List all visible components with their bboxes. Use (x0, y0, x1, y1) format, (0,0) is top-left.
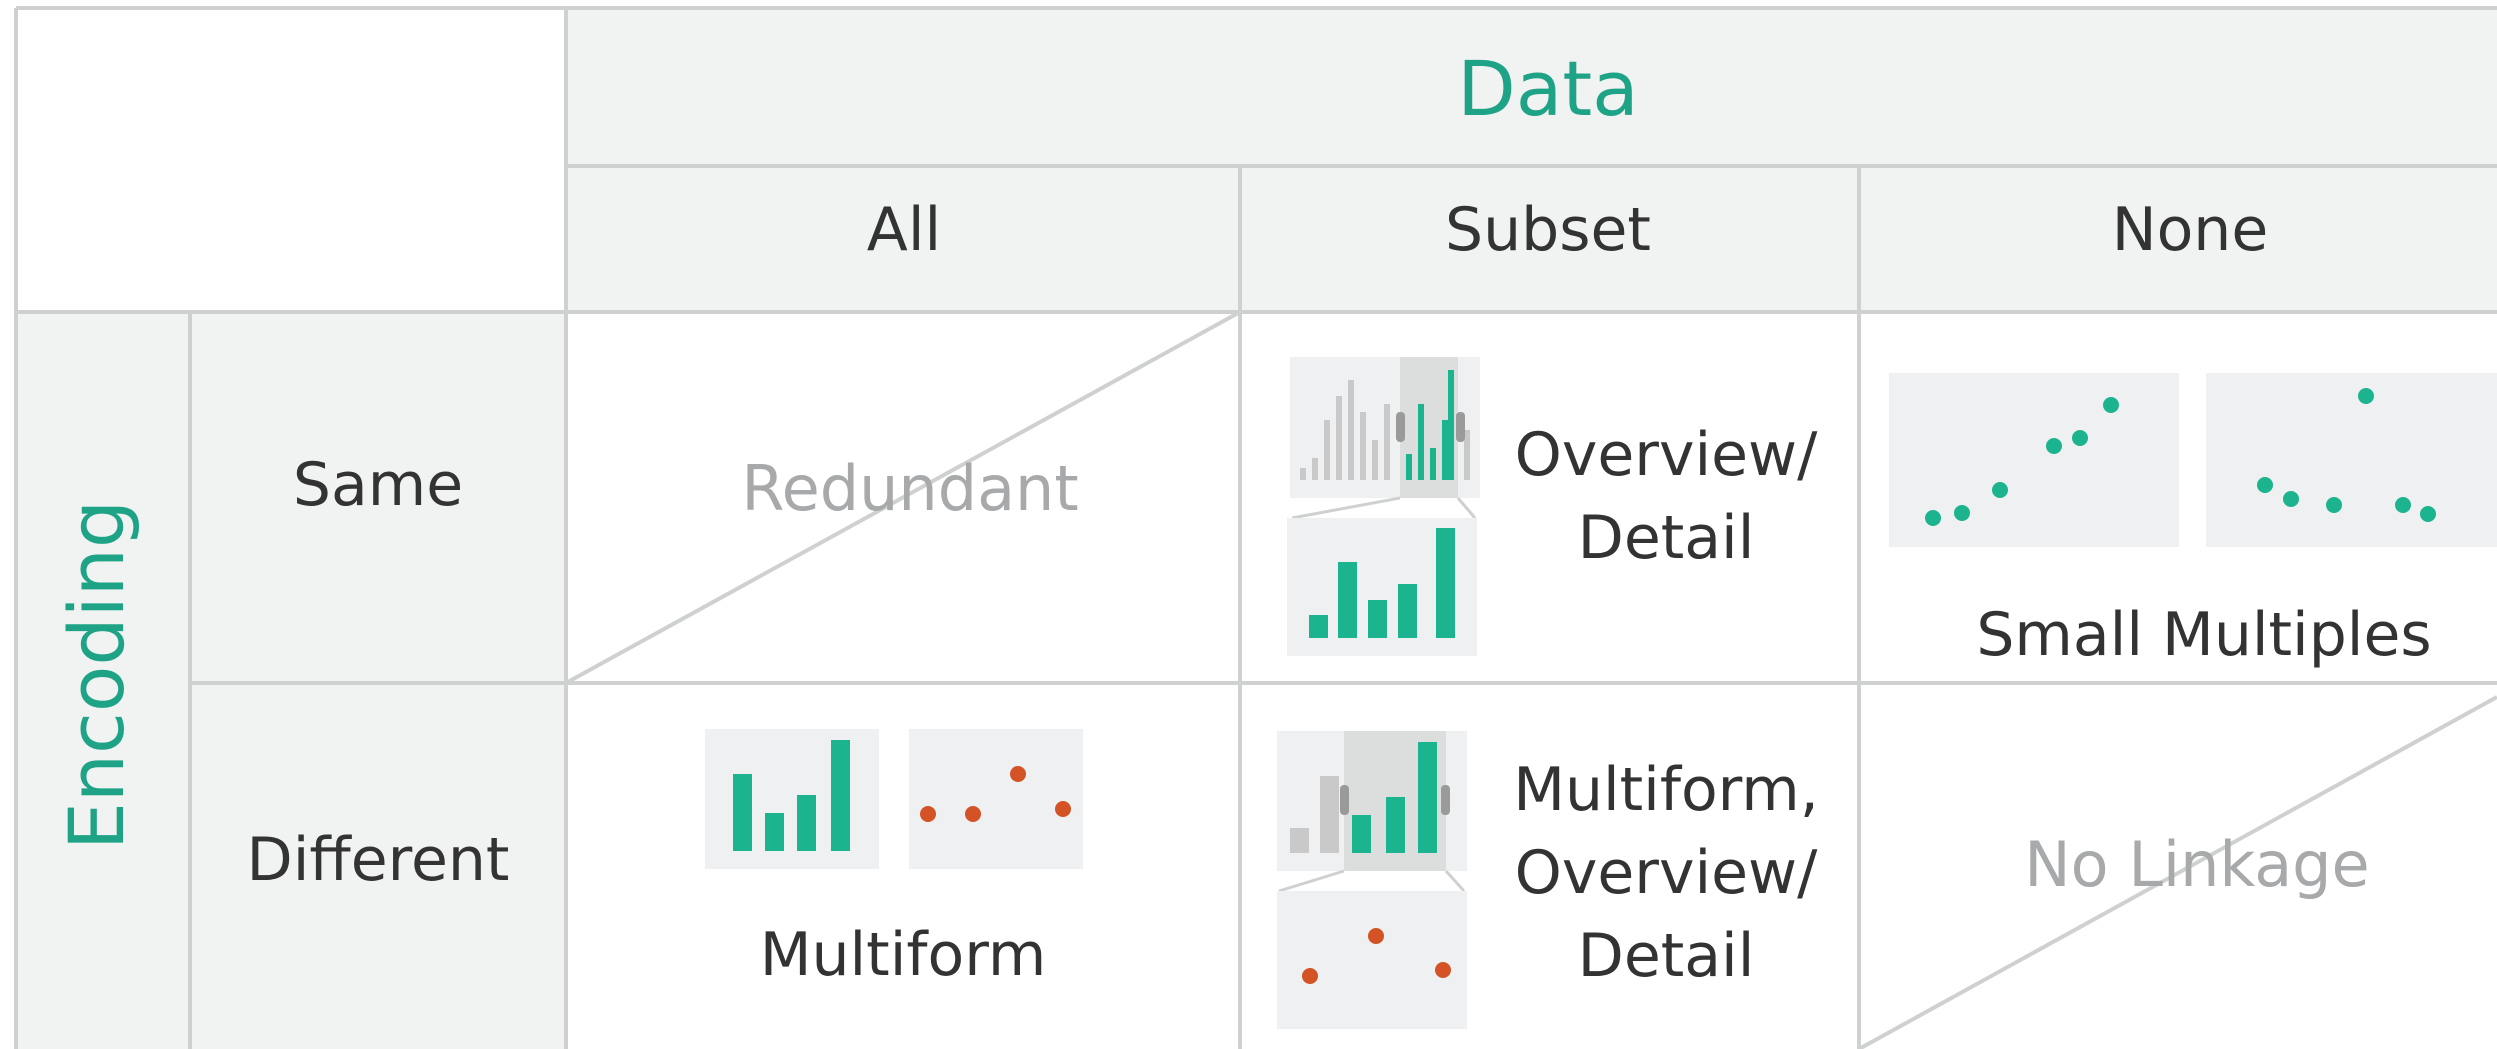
zoom-connector-left (1291, 496, 1401, 520)
small-multiples-label: Small Multiples (1976, 600, 2431, 670)
overview-left-handle (1396, 412, 1405, 442)
mod-detail-thumbnail (1277, 891, 1467, 1029)
row-header-same: Same (293, 450, 463, 520)
overview-detail-label-line2: Detail (1578, 503, 1755, 573)
mod-label-line2: Overview/ (1515, 838, 1818, 908)
multiform-thumbnails (705, 729, 1083, 869)
multiform-overview-detail-thumbnails (1277, 731, 1467, 1029)
mod-right-handle (1441, 785, 1450, 815)
overview-detail-label-line1: Overview/ (1515, 420, 1818, 490)
mod-connector-left (1278, 869, 1345, 893)
mod-label-line1: Multiform, (1513, 755, 1819, 825)
no-linkage-label: No Linkage (2024, 828, 2369, 901)
redundant-label: Redundant (741, 452, 1078, 525)
data-title: Data (1457, 44, 1638, 133)
small-multiple-2 (2206, 373, 2497, 547)
zoom-connector-right (1456, 497, 1477, 519)
row-header-different: Different (247, 825, 510, 895)
linking-views-matrix: Data All Subset None Encoding Same Diffe… (14, 6, 2497, 1049)
encoding-label: Encoding (52, 500, 141, 850)
multiform-bar-thumbnail (705, 729, 879, 869)
column-header-subset: Subset (1445, 195, 1651, 265)
multiform-label: Multiform (760, 920, 1047, 990)
multiform-scatter-thumbnail (909, 729, 1083, 869)
column-header-all: All (867, 195, 941, 265)
overview-right-handle (1456, 412, 1465, 442)
mod-left-handle (1340, 785, 1349, 815)
overview-detail-thumbnails (1287, 357, 1480, 656)
mod-label-line3: Detail (1578, 921, 1755, 991)
small-multiples-thumbnails (1889, 373, 2497, 547)
mod-connector-right (1444, 869, 1466, 893)
column-header-none: None (2112, 195, 2269, 265)
